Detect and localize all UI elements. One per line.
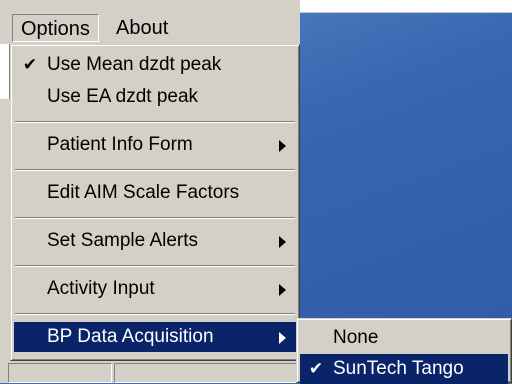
status-pane-2 — [114, 363, 300, 383]
bp-data-acquisition-submenu: None ✔ SunTech Tango — [296, 318, 512, 384]
menu-item-label: None — [333, 327, 379, 348]
menu-separator — [15, 217, 295, 219]
menu-item-label: BP Data Acquisition — [47, 326, 214, 347]
menu-separator — [15, 121, 295, 123]
status-pane-1 — [8, 363, 112, 383]
menu-item-activity-input[interactable]: Activity Input — [14, 274, 296, 304]
menu-item-none[interactable]: None — [300, 323, 508, 353]
menu-item-label: Patient Info Form — [47, 134, 193, 155]
menu-separator — [15, 169, 295, 171]
menu-item-edit-aim-scale-factors[interactable]: Edit AIM Scale Factors — [14, 178, 296, 208]
menu-separator — [15, 265, 295, 267]
menu-separator — [15, 313, 295, 315]
options-menu: ✔ Use Mean dzdt peak Use EA dzdt peak Pa… — [10, 44, 300, 361]
status-bar — [0, 361, 300, 383]
menu-item-use-ea-dzdt-peak[interactable]: Use EA dzdt peak — [14, 82, 296, 112]
submenu-arrow-icon — [279, 332, 286, 344]
menu-item-bp-data-acquisition[interactable]: BP Data Acquisition — [14, 322, 296, 352]
check-icon: ✔ — [22, 55, 38, 74]
menu-item-use-mean-dzdt-peak[interactable]: ✔ Use Mean dzdt peak — [14, 50, 296, 80]
menu-item-label: Edit AIM Scale Factors — [47, 182, 240, 203]
menu-options[interactable]: Options — [12, 14, 99, 42]
client-area-edge — [0, 44, 10, 99]
submenu-arrow-icon — [279, 236, 286, 248]
menu-item-label: Set Sample Alerts — [47, 230, 199, 251]
check-icon: ✔ — [308, 359, 324, 378]
menu-item-patient-info-form[interactable]: Patient Info Form — [14, 130, 296, 160]
menu-item-set-sample-alerts[interactable]: Set Sample Alerts — [14, 226, 296, 256]
menu-item-label: Activity Input — [47, 278, 155, 299]
menu-item-label: SunTech Tango — [333, 358, 464, 379]
menu-item-suntech-tango[interactable]: ✔ SunTech Tango — [300, 354, 508, 384]
menu-about[interactable]: About — [108, 14, 176, 42]
menu-item-label: Use EA dzdt peak — [47, 86, 199, 107]
submenu-arrow-icon — [279, 284, 286, 296]
menu-item-label: Use Mean dzdt peak — [47, 54, 222, 75]
menu-bar: Options About — [0, 12, 300, 44]
submenu-arrow-icon — [279, 140, 286, 152]
